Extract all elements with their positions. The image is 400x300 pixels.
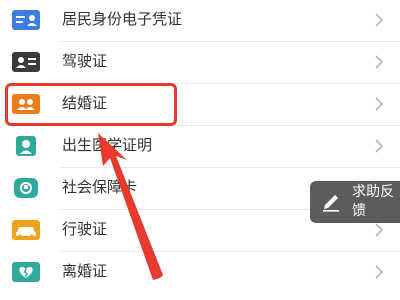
chevron-right-icon	[374, 264, 384, 280]
list-item-id-card[interactable]: 居民身份电子凭证	[0, 0, 400, 42]
help-feedback-button[interactable]: 求助反馈	[310, 181, 400, 223]
list-item-divorce-certificate[interactable]: 离婚证	[0, 252, 400, 294]
chevron-right-icon	[374, 96, 384, 112]
list-item-label: 行驶证	[62, 220, 108, 238]
divorce-certificate-icon	[12, 262, 40, 282]
chevron-right-icon	[374, 54, 384, 70]
list-item-label: 出生医学证明	[62, 136, 153, 154]
certificate-list-page: 居民身份电子凭证 驾驶证 结婚证 出生医学证明 社会保障卡 行驶证 离婚证 求助…	[0, 0, 400, 300]
list-item-label: 居民身份电子凭证	[62, 10, 183, 28]
list-item-label: 社会保障卡	[62, 178, 138, 196]
birth-certificate-icon	[16, 136, 36, 156]
list-item-label: 驾驶证	[62, 52, 108, 70]
driver-license-icon	[12, 52, 40, 72]
id-card-icon	[12, 10, 40, 30]
vehicle-license-icon	[12, 220, 40, 240]
pen-icon	[320, 191, 342, 213]
chevron-right-icon	[374, 12, 384, 28]
help-feedback-label: 求助反馈	[352, 184, 394, 219]
chevron-right-icon	[374, 138, 384, 154]
highlight-box	[5, 83, 177, 126]
chevron-right-icon	[374, 222, 384, 238]
list-item-driver-license[interactable]: 驾驶证	[0, 42, 400, 84]
list-item-birth-certificate[interactable]: 出生医学证明	[0, 126, 400, 168]
social-security-card-icon	[14, 178, 38, 198]
list-item-label: 离婚证	[62, 262, 108, 280]
